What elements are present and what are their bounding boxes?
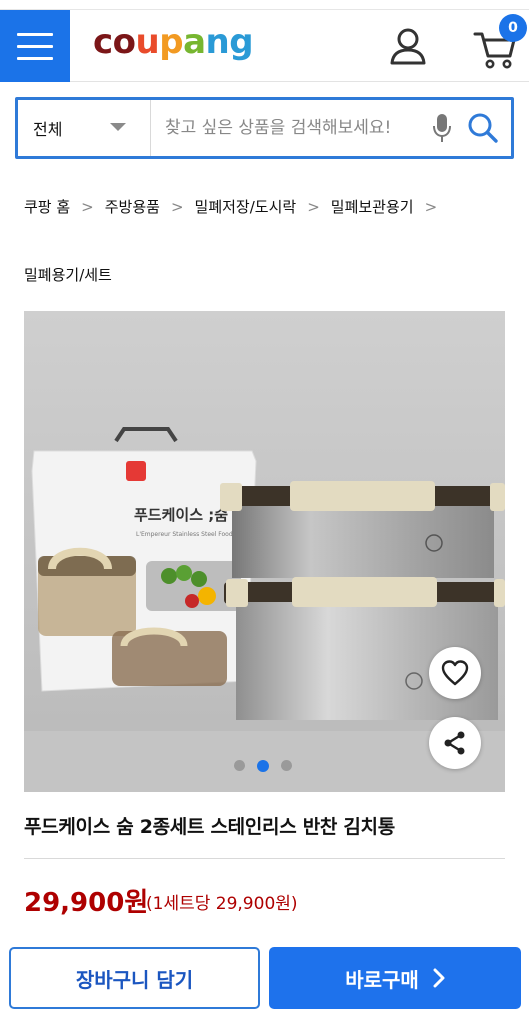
search-input[interactable] bbox=[151, 100, 429, 156]
logo-letter: u bbox=[135, 22, 160, 62]
hamburger-line bbox=[17, 32, 53, 36]
heart-icon bbox=[441, 660, 469, 686]
breadcrumb-item[interactable]: 밀폐용기/세트 bbox=[24, 264, 112, 285]
buy-now-button[interactable]: 바로구매 bbox=[269, 947, 521, 1009]
logo-letter: n bbox=[205, 22, 230, 62]
search-category-label: 전체 bbox=[33, 120, 63, 139]
hamburger-line bbox=[17, 44, 53, 48]
chevron-right-icon: > bbox=[81, 197, 94, 216]
logo-letter: c bbox=[93, 22, 113, 62]
chevron-right-icon: > bbox=[307, 197, 320, 216]
breadcrumb-item[interactable]: 밀폐보관용기 bbox=[331, 196, 414, 217]
voice-search-button[interactable] bbox=[429, 100, 455, 156]
divider bbox=[24, 858, 505, 859]
price: 29,900원 bbox=[24, 888, 149, 918]
image-pagination bbox=[234, 760, 292, 772]
product-title: 푸드케이스 숨 2종세트 스테인리스 반찬 김치통 bbox=[24, 816, 395, 838]
pagination-dot[interactable] bbox=[234, 760, 245, 771]
share-icon bbox=[444, 731, 465, 755]
breadcrumb-item[interactable]: 밀폐저장/도시락 bbox=[195, 196, 297, 217]
microphone-icon bbox=[433, 114, 451, 142]
status-strip bbox=[0, 0, 529, 10]
product-image[interactable]: 푸드케이스 ;숨 2종 세트 L'Empereur Stainless Stee… bbox=[24, 311, 505, 792]
pagination-dot[interactable] bbox=[257, 760, 269, 772]
top-header: coupang bbox=[0, 10, 529, 82]
breadcrumb-item[interactable]: 쿠팡 홈 bbox=[24, 196, 70, 217]
wishlist-button[interactable] bbox=[429, 647, 481, 699]
product-photo: 푸드케이스 ;숨 2종 세트 L'Empereur Stainless Stee… bbox=[24, 311, 505, 792]
logo-letter: g bbox=[229, 22, 254, 62]
add-to-cart-button[interactable]: 장바구니 담기 bbox=[9, 947, 260, 1009]
chevron-right-icon: > bbox=[424, 197, 438, 216]
add-to-cart-label: 장바구니 담기 bbox=[75, 967, 194, 992]
pagination-dot[interactable] bbox=[281, 760, 292, 771]
cart-count-badge: 0 bbox=[499, 14, 527, 42]
logo-letter: a bbox=[183, 22, 206, 62]
hamburger-line bbox=[17, 56, 53, 60]
breadcrumb-item[interactable]: 주방용품 bbox=[105, 196, 160, 217]
user-icon bbox=[390, 28, 426, 65]
search-icon bbox=[468, 113, 498, 143]
logo-letter: p bbox=[159, 22, 184, 62]
chevron-right-icon bbox=[433, 968, 445, 988]
coupang-logo[interactable]: coupang bbox=[93, 22, 254, 62]
logo-letter: o bbox=[112, 22, 136, 62]
chevron-down-icon bbox=[110, 123, 126, 131]
share-button[interactable] bbox=[429, 717, 481, 769]
search-button[interactable] bbox=[455, 100, 511, 156]
search-category-select[interactable]: 전체 bbox=[18, 100, 151, 156]
search-bar: 전체 bbox=[15, 97, 514, 159]
my-account-button[interactable] bbox=[388, 26, 428, 66]
breadcrumb: 쿠팡 홈 > 주방용품 > 밀폐저장/도시락 > 밀폐보관용기 > bbox=[24, 196, 514, 217]
menu-button[interactable] bbox=[0, 10, 70, 82]
buy-now-label: 바로구매 bbox=[345, 967, 419, 992]
unit-price: (1세트당 29,900원) bbox=[146, 894, 298, 914]
chevron-right-icon: > bbox=[170, 197, 184, 216]
